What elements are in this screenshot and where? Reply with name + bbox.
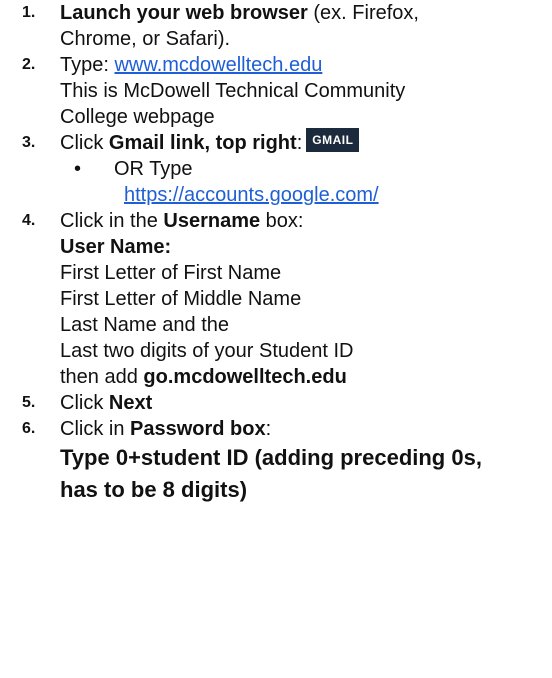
step-4: 4. Click in the Username box: User Name:…	[22, 208, 544, 390]
step-number: 1.	[22, 4, 36, 21]
click-prefix: Click	[60, 132, 109, 154]
step-number: 5.	[22, 394, 36, 411]
next-label: Next	[108, 392, 153, 414]
step-6: 6. Click in Password box: Type 0+student…	[22, 416, 544, 506]
college-website-link[interactable]: www.mcdowelltech.edu	[114, 54, 322, 76]
step-1-line-1: Launch your web browser (ex. Firefox,	[60, 0, 544, 26]
step-3-line-1: Click Gmail link, top right: GMAIL	[60, 127, 544, 156]
gmail-logo-image: GMAIL	[306, 127, 360, 152]
step-number: 2.	[22, 56, 36, 73]
click-in-prefix: Click in the	[60, 210, 164, 232]
username-rule-5: then add go.mcdowelltech.edu	[60, 364, 544, 390]
colon: :	[296, 132, 303, 154]
box-suffix: box:	[260, 210, 304, 232]
step-2-line-3: College webpage	[60, 106, 215, 128]
instructions-document: 1. Launch your web browser (ex. Firefox,…	[0, 0, 552, 678]
type-prefix: Type:	[60, 54, 115, 76]
then-add-prefix: then add	[60, 366, 144, 388]
username-label: Username	[163, 210, 261, 232]
step-5-line-1: Click Next	[60, 390, 544, 416]
password-rule-line-2: has to be 8 digits)	[60, 477, 248, 502]
google-accounts-link[interactable]: https://accounts.google.com/	[124, 184, 379, 206]
step-number: 3.	[22, 134, 36, 151]
step-3: 3. Click Gmail link, top right: GMAIL • O…	[22, 127, 544, 208]
bullet-icon: •	[74, 158, 82, 180]
colon: :	[265, 418, 272, 440]
user-name-heading: User Name:	[60, 234, 544, 260]
password-rule-line-1: Type 0+student ID (adding preceding 0s,	[60, 445, 482, 470]
user-name-heading-text: User Name:	[60, 236, 172, 258]
password-box-label: Password box	[130, 418, 266, 440]
launch-browser-label: Launch your web browser	[60, 2, 308, 24]
step-6-line-1: Click in Password box:	[60, 416, 544, 442]
step-1-line-2: Chrome, or Safari).	[60, 28, 231, 50]
browser-examples-text: (ex. Firefox,	[307, 2, 419, 24]
step-1: 1. Launch your web browser (ex. Firefox,…	[22, 0, 544, 52]
username-rule-3: Last Name and the	[60, 314, 229, 336]
alt-url-item: • OR Type https://accounts.google.com/	[74, 156, 544, 208]
username-rule-2: First Letter of Middle Name	[60, 288, 302, 310]
gmail-link-label: Gmail link, top right	[108, 132, 297, 154]
step-3-sublist: • OR Type https://accounts.google.com/	[60, 156, 544, 208]
steps-list: 1. Launch your web browser (ex. Firefox,…	[22, 0, 544, 506]
step-number: 6.	[22, 420, 36, 437]
username-rule-4: Last two digits of your Student ID	[60, 340, 354, 362]
username-rule-1: First Letter of First Name	[60, 262, 282, 284]
step-number: 4.	[22, 212, 36, 229]
step-2: 2. Type: www.mcdowelltech.edu This is Mc…	[22, 52, 544, 130]
or-type-text: OR Type	[114, 158, 193, 180]
click-in-prefix: Click in	[60, 418, 131, 440]
step-4-line-1: Click in the Username box:	[60, 208, 544, 234]
click-prefix: Click	[60, 392, 109, 414]
step-2-line-2: This is McDowell Technical Community	[60, 80, 406, 102]
step-2-line-1: Type: www.mcdowelltech.edu	[60, 52, 544, 78]
domain-suffix: go.mcdowelltech.edu	[143, 366, 347, 388]
google-accounts-line: https://accounts.google.com/	[114, 182, 544, 208]
step-5: 5. Click Next	[22, 390, 544, 416]
